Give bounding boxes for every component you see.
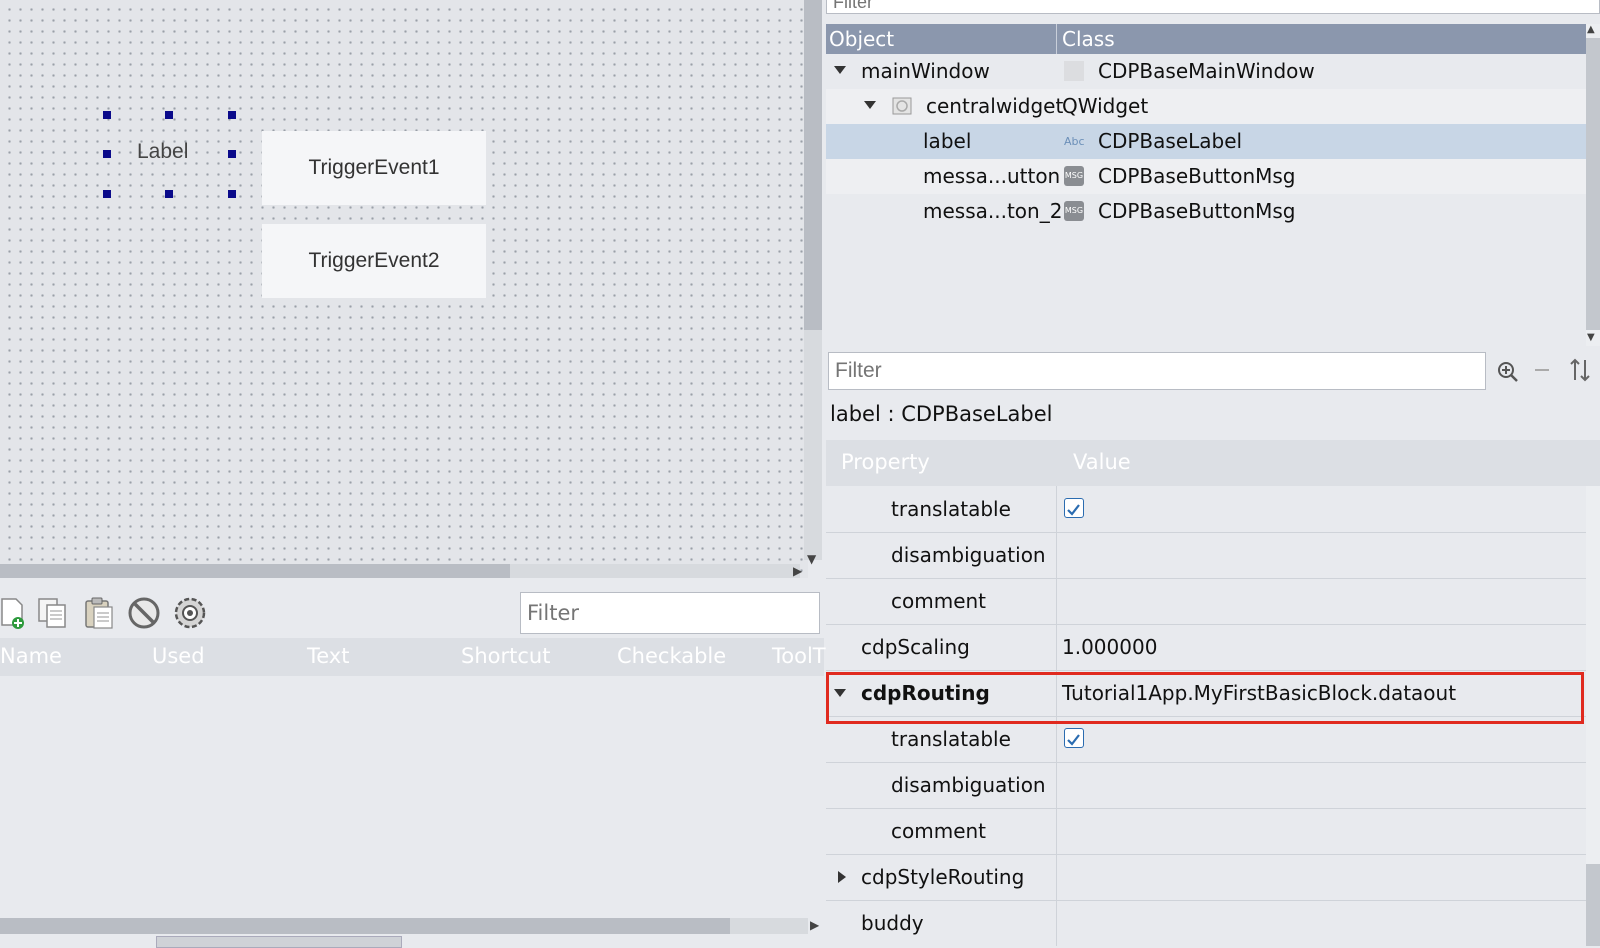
property-row-disambiguation[interactable]: disambiguation [826, 532, 1586, 579]
object-row-message-button[interactable]: messa...utton MSG CDPBaseButtonMsg [826, 159, 1586, 194]
checkmark-icon [1067, 504, 1080, 516]
translatable-checkbox[interactable] [1064, 498, 1084, 518]
trigger-event2-button[interactable]: TriggerEvent2 [262, 224, 486, 298]
delete-icon[interactable] [127, 596, 161, 630]
action-list[interactable] [0, 676, 824, 916]
msg-button-icon: MSG [1064, 166, 1084, 186]
property-editor-title: label : CDPBaseLabel [830, 402, 1053, 426]
msg-button-icon: MSG [1064, 201, 1084, 221]
object-row-message-button-2[interactable]: messa...ton_2 MSG CDPBaseButtonMsg [826, 194, 1586, 229]
window-icon [1064, 61, 1084, 81]
canvas-vertical-scrollbar[interactable] [804, 0, 822, 330]
label-widget[interactable]: Label [137, 140, 188, 164]
scroll-down-arrow-icon[interactable]: ▼ [807, 552, 816, 566]
selection-handle[interactable] [228, 190, 236, 198]
form-canvas[interactable]: Label TriggerEvent1 TriggerEvent2 [0, 0, 808, 578]
sort-icon[interactable] [1568, 358, 1592, 384]
tab-strip[interactable] [156, 936, 402, 948]
object-row-centralwidget[interactable]: centralwidget QWidget [826, 89, 1586, 124]
add-property-icon[interactable] [1496, 360, 1522, 384]
property-row-routing-translatable[interactable]: translatable [826, 716, 1586, 763]
column-header-value[interactable]: Value [1073, 450, 1131, 474]
property-row-routing-disambiguation[interactable]: disambiguation [826, 762, 1586, 809]
object-filter-input[interactable] [826, 0, 1600, 14]
property-vertical-scrollbar[interactable] [1586, 864, 1600, 946]
property-row-translatable[interactable]: translatable [826, 486, 1586, 533]
label-abc-icon: Abc [1064, 135, 1085, 148]
scroll-down-arrow-icon[interactable]: ▼ [1587, 332, 1595, 343]
column-header-shortcut[interactable]: Shortcut [461, 644, 550, 668]
scroll-right-arrow-icon[interactable]: ▶ [810, 918, 819, 932]
column-header-class[interactable]: Class [1062, 27, 1115, 51]
selection-handle[interactable] [103, 150, 111, 158]
expand-arrow-icon[interactable] [834, 66, 846, 74]
property-row-cdpstylerouting[interactable]: cdpStyleRouting [826, 854, 1586, 901]
property-row-cdprouting[interactable]: cdpRouting Tutorial1App.MyFirstBasicBloc… [826, 670, 1586, 717]
property-table-header: Property Value [826, 440, 1600, 486]
scroll-right-arrow-icon[interactable]: ▶ [793, 564, 802, 578]
object-row-mainwindow[interactable]: mainWindow CDPBaseMainWindow [826, 54, 1586, 89]
routing-translatable-checkbox[interactable] [1064, 728, 1084, 748]
canvas-horizontal-scrollbar[interactable] [0, 564, 510, 578]
action-filter-input[interactable] [520, 592, 820, 634]
configure-icon[interactable] [173, 596, 207, 630]
selection-handle[interactable] [165, 190, 173, 198]
property-row-routing-comment[interactable]: comment [826, 808, 1586, 855]
column-header-checkable[interactable]: Checkable [617, 644, 726, 668]
widget-icon [892, 97, 912, 115]
action-horizontal-scrollbar[interactable] [0, 918, 730, 934]
cdprouting-value[interactable]: Tutorial1App.MyFirstBasicBlock.dataout [1062, 681, 1456, 705]
selection-handle[interactable] [165, 111, 173, 119]
remove-property-icon[interactable] [1532, 360, 1552, 384]
object-table-header: Object Class [826, 24, 1586, 54]
object-row-label-selected[interactable]: label Abc CDPBaseLabel [826, 124, 1586, 159]
selection-handle[interactable] [103, 111, 111, 119]
property-row-cdpscaling[interactable]: cdpScaling 1.000000 [826, 624, 1586, 671]
expand-arrow-icon[interactable] [834, 689, 846, 697]
column-header-name[interactable]: Name [0, 644, 62, 668]
new-action-icon[interactable] [0, 596, 34, 630]
object-tree-empty-area[interactable] [826, 229, 1586, 345]
cdpscaling-value[interactable]: 1.000000 [1062, 635, 1157, 659]
trigger-event1-button[interactable]: TriggerEvent1 [262, 131, 486, 205]
selection-handle[interactable] [228, 150, 236, 158]
checkmark-icon [1067, 734, 1080, 746]
property-row-comment[interactable]: comment [826, 578, 1586, 625]
column-header-property[interactable]: Property [841, 450, 930, 474]
column-header-object[interactable]: Object [829, 27, 894, 51]
column-header-used[interactable]: Used [152, 644, 205, 668]
copy-icon[interactable] [36, 596, 70, 630]
property-filter-input[interactable] [828, 352, 1486, 390]
column-header-text[interactable]: Text [307, 644, 349, 668]
column-header-tooltip[interactable]: ToolT [772, 644, 826, 668]
selection-handle[interactable] [228, 111, 236, 119]
selection-handle[interactable] [103, 190, 111, 198]
expand-arrow-icon[interactable] [864, 101, 876, 109]
property-row-buddy[interactable]: buddy [826, 900, 1586, 946]
expand-arrow-icon[interactable] [838, 871, 846, 883]
action-table-header: Name Used Text Shortcut Checkable ToolT [0, 638, 826, 676]
scroll-up-arrow-icon[interactable]: ▲ [1587, 24, 1595, 35]
object-vertical-scrollbar[interactable] [1586, 38, 1600, 330]
paste-icon[interactable] [82, 596, 116, 630]
